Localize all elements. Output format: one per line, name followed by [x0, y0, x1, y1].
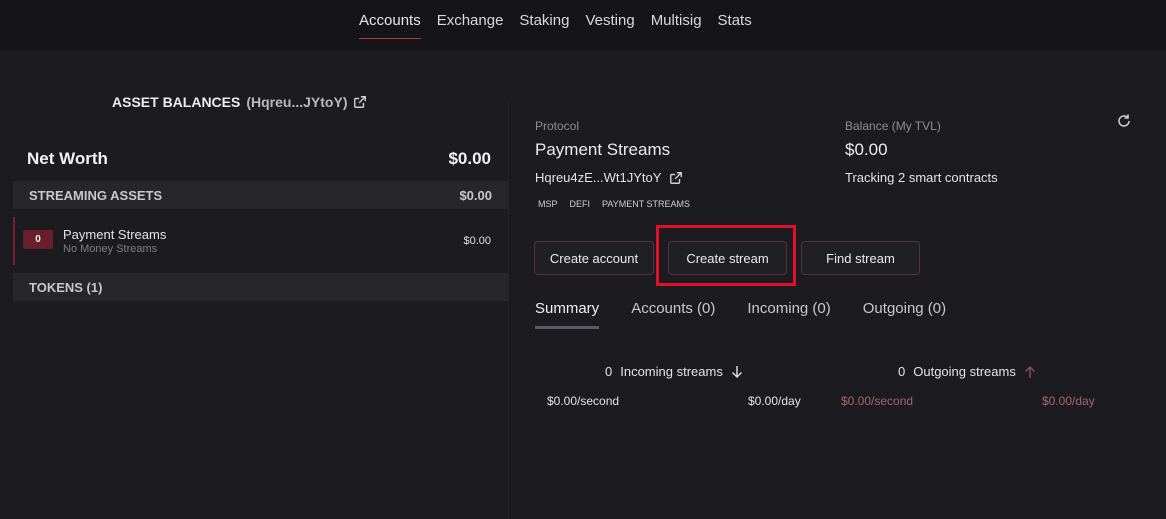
- incoming-per-day: $0.00/day: [748, 394, 801, 408]
- incoming-count: 0: [605, 364, 613, 379]
- stream-name: Payment Streams: [63, 227, 167, 242]
- find-stream-button[interactable]: Find stream: [801, 241, 920, 275]
- arrow-down-icon: [731, 365, 742, 378]
- outgoing-per-day: $0.00/day: [1042, 394, 1095, 408]
- nav-exchange[interactable]: Exchange: [437, 12, 504, 35]
- nav-accounts[interactable]: Accounts: [359, 12, 421, 39]
- external-link-icon[interactable]: [669, 171, 683, 185]
- panel-divider: [508, 100, 509, 519]
- wallet-address: (Hqreu...JYtoY): [246, 94, 348, 110]
- row-selected-indicator: [13, 217, 15, 265]
- tab-incoming[interactable]: Incoming (0): [747, 300, 830, 327]
- outgoing-per-second: $0.00/second: [841, 394, 914, 408]
- streaming-assets-label: STREAMING ASSETS: [29, 187, 163, 203]
- net-worth-label: Net Worth: [27, 149, 108, 168]
- contract-address: Hqreu4zE...Wt1JYtoY: [535, 170, 662, 185]
- nav-multisig[interactable]: Multisig: [651, 12, 702, 35]
- tab-accounts[interactable]: Accounts (0): [631, 300, 715, 327]
- arrow-up-icon: [1024, 365, 1035, 378]
- tab-summary[interactable]: Summary: [535, 300, 600, 329]
- external-link-icon[interactable]: [353, 95, 367, 109]
- asset-balances-heading: ASSET BALANCES: [112, 94, 241, 110]
- incoming-label: Incoming streams: [620, 364, 723, 379]
- tab-outgoing[interactable]: Outgoing (0): [863, 300, 946, 327]
- tokens-header[interactable]: TOKENS (1): [13, 273, 508, 301]
- protocol-tags: MSP DEFI PAYMENT STREAMS: [538, 199, 690, 209]
- net-worth-row: Net Worth $0.00: [27, 149, 491, 169]
- streaming-assets-header: STREAMING ASSETS $0.00: [13, 181, 508, 209]
- top-navigation-bar: Accounts Exchange Staking Vesting Multis…: [0, 0, 1166, 50]
- tag: PAYMENT STREAMS: [602, 199, 691, 209]
- protocol-label: Protocol: [535, 119, 580, 133]
- protocol-value: Payment Streams: [535, 140, 671, 159]
- highlight-box: [656, 225, 796, 286]
- outgoing-label: Outgoing streams: [913, 364, 1016, 379]
- nav-stats[interactable]: Stats: [718, 12, 752, 35]
- outgoing-streams-header: 0 Outgoing streams: [898, 364, 1036, 379]
- nav-vesting[interactable]: Vesting: [585, 12, 634, 35]
- payment-streams-row[interactable]: 0 Payment Streams No Money Streams $0.00: [13, 217, 508, 265]
- outgoing-count: 0: [898, 364, 906, 379]
- contract-address-row: Hqreu4zE...Wt1JYtoY: [535, 170, 683, 185]
- stream-subtitle: No Money Streams: [63, 243, 158, 255]
- main-nav: Accounts Exchange Staking Vesting Multis…: [359, 12, 752, 39]
- refresh-icon[interactable]: [1116, 113, 1132, 129]
- stream-count-badge: 0: [23, 230, 53, 249]
- balance-label: Balance (My TVL): [845, 119, 941, 133]
- stream-tabs: Summary Accounts (0) Incoming (0) Outgoi…: [535, 300, 946, 329]
- stream-value: $0.00: [463, 235, 491, 247]
- tokens-label: TOKENS (1): [29, 279, 103, 295]
- net-worth-value: $0.00: [448, 149, 491, 168]
- asset-balances-title: ASSET BALANCES (Hqreu...JYtoY): [112, 94, 367, 110]
- nav-staking[interactable]: Staking: [519, 12, 569, 35]
- streaming-assets-value: $0.00: [459, 187, 492, 203]
- tag: DEFI: [569, 199, 591, 209]
- tracking-text: Tracking 2 smart contracts: [845, 170, 998, 185]
- tag: MSP: [538, 199, 558, 209]
- create-account-button[interactable]: Create account: [534, 241, 654, 275]
- incoming-per-second: $0.00/second: [547, 394, 620, 408]
- incoming-streams-header: 0 Incoming streams: [605, 364, 743, 379]
- balance-value: $0.00: [845, 140, 888, 159]
